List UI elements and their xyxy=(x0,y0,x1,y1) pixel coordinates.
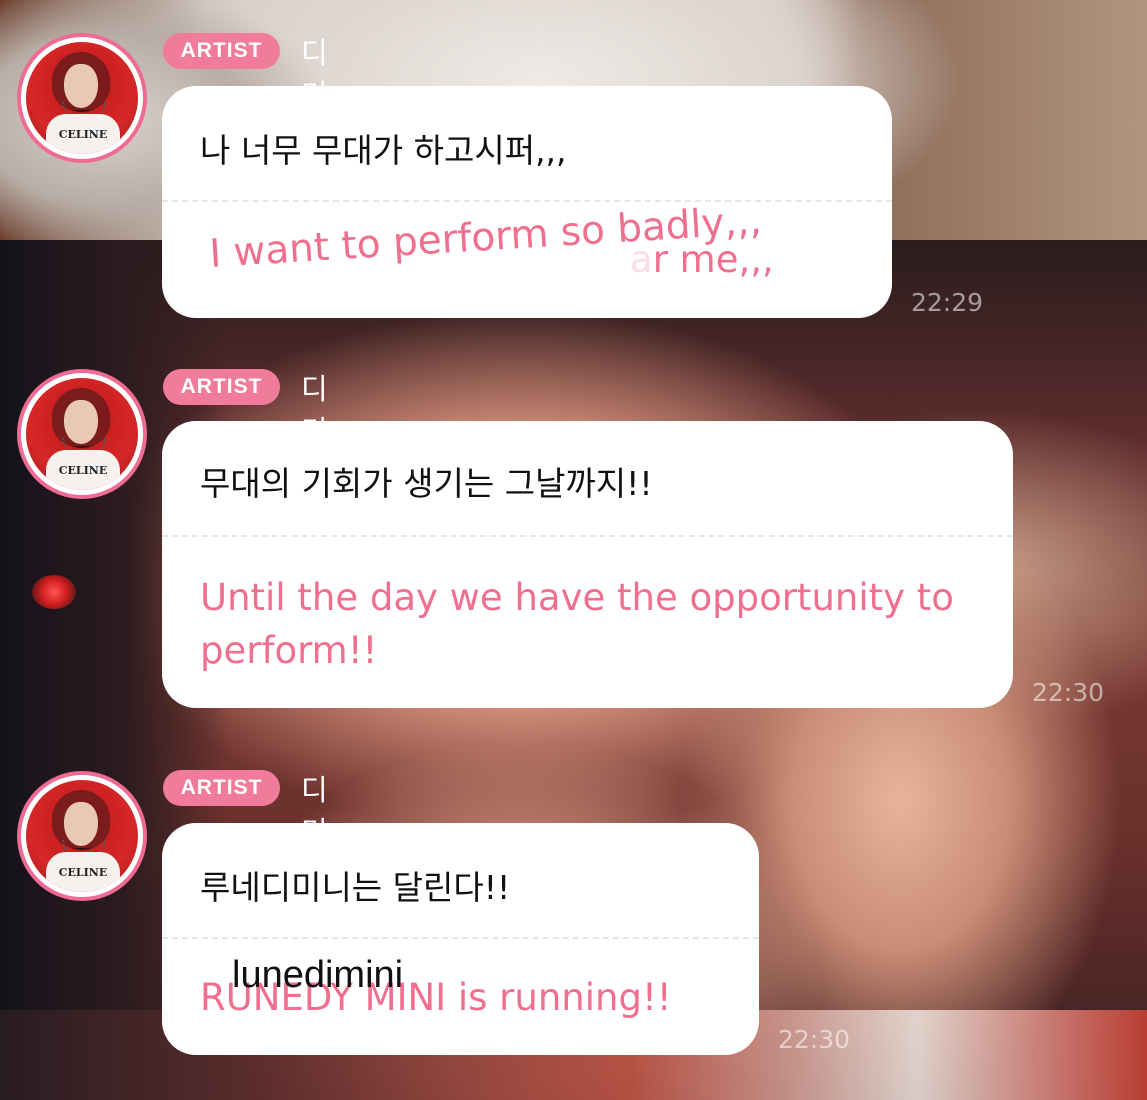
message-time: 22:30 xyxy=(778,1025,851,1054)
correction-overlay-text: lunedimini xyxy=(232,954,404,996)
avatar-shirt-text: CELINE xyxy=(58,464,108,477)
artist-badge: ARTIST xyxy=(163,770,280,806)
message-bubble[interactable]: 나 너무 무대가 하고시퍼,,, ar me,,, xyxy=(162,86,892,318)
avatar-photo: CELINE xyxy=(26,42,138,154)
message-text: 루네디미니는 달린다!! xyxy=(200,868,511,907)
translation-divider xyxy=(162,937,759,939)
artist-avatar[interactable]: CELINE xyxy=(17,369,147,499)
avatar-shirt-text: CELINE xyxy=(58,866,108,879)
background-red-light xyxy=(32,575,76,609)
message-bubble[interactable]: 무대의 기회가 생기는 그날까지!! Until the day we have… xyxy=(162,421,1013,708)
artist-avatar[interactable]: CELINE xyxy=(17,33,147,163)
artist-avatar[interactable]: CELINE xyxy=(17,771,147,901)
message-time: 22:29 xyxy=(911,288,984,317)
artist-badge: ARTIST xyxy=(163,369,280,405)
message-bubble[interactable]: 루네디미니는 달린다!! RUNEDY MINI is running!! lu… xyxy=(162,823,759,1055)
avatar-photo: CELINE xyxy=(26,378,138,490)
translation-divider xyxy=(162,535,1013,537)
message-text: 나 너무 무대가 하고시퍼,,, xyxy=(200,131,567,170)
avatar-shirt-text: CELINE xyxy=(58,128,108,141)
translation-divider xyxy=(162,200,892,202)
translation-text: Until the day we have the opportunity to… xyxy=(200,576,954,672)
message-text: 무대의 기회가 생기는 그날까지!! xyxy=(200,464,653,503)
message-time: 22:30 xyxy=(1032,678,1105,707)
avatar-photo: CELINE xyxy=(26,780,138,892)
artist-badge: ARTIST xyxy=(163,33,280,69)
